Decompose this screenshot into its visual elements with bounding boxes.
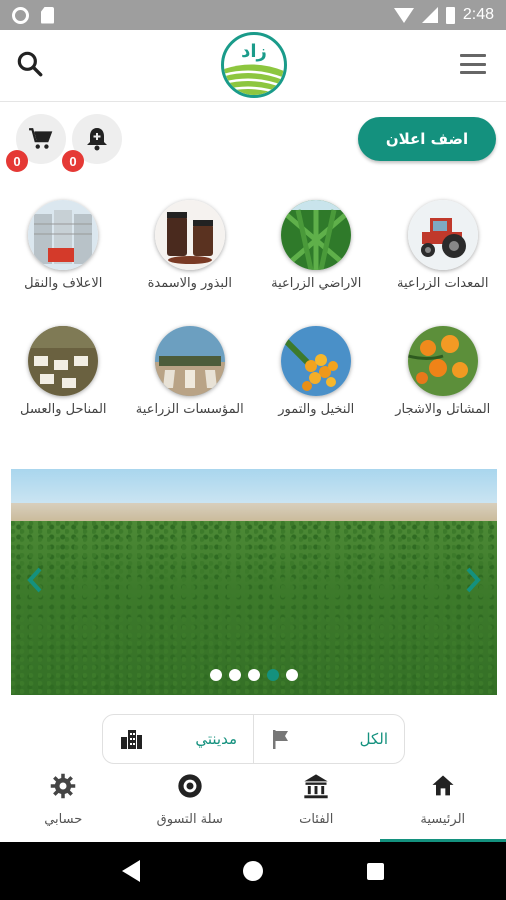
nav-label: حسابي: [44, 812, 83, 827]
category-agri-lands[interactable]: الاراضي الزراعية: [253, 200, 380, 326]
category-label: المناحل والعسل: [19, 402, 107, 417]
category-label: النخيل والتمور: [278, 402, 355, 417]
bell-icon: [87, 128, 107, 151]
system-recents-button[interactable]: [367, 862, 385, 880]
category-apiaries-honey[interactable]: المناحل والعسل: [0, 326, 127, 452]
category-label: المشاتل والاشجار: [395, 402, 491, 417]
location-filter: مدينتي الكل: [102, 714, 405, 764]
nav-label: الفئات: [299, 812, 334, 827]
menu-button[interactable]: [460, 54, 486, 74]
carousel-next-button[interactable]: [463, 565, 483, 595]
cart-count-badge: 0: [6, 150, 28, 172]
category-label: المؤسسات الزراعية: [135, 402, 244, 417]
chevron-left-icon: [27, 567, 42, 593]
nav-label: سلة التسوق: [156, 812, 223, 827]
battery-icon: [445, 6, 455, 24]
notifications-button[interactable]: 0: [62, 114, 122, 172]
add-ad-button[interactable]: اضف اعلان: [358, 117, 496, 161]
system-navigation-bar: [0, 842, 506, 900]
category-label: الاعلاف والنقل: [24, 276, 103, 291]
category-label: البذور والاسمدة: [147, 276, 232, 291]
beehives-icon: [28, 326, 99, 396]
banner-carousel[interactable]: [11, 469, 497, 695]
carousel-dot[interactable]: [248, 669, 260, 681]
category-label: المعدات الزراعية: [397, 276, 489, 291]
nav-shopping-basket[interactable]: سلة التسوق: [127, 766, 254, 842]
my-city-label: مدينتي: [195, 730, 237, 748]
category-label: الاراضي الزراعية: [271, 276, 362, 291]
system-back-button[interactable]: [121, 860, 140, 882]
city-buildings-icon: [121, 730, 142, 749]
nav-categories[interactable]: الفئات: [253, 766, 380, 842]
carousel-prev-button[interactable]: [25, 565, 45, 595]
search-button[interactable]: [14, 48, 46, 80]
carousel-indicators: [11, 669, 497, 681]
category-feed-transport[interactable]: الاعلاف والنقل: [0, 200, 127, 326]
notification-circle-icon: [12, 6, 29, 24]
system-home-button[interactable]: [243, 861, 264, 881]
sd-card-icon: [41, 6, 54, 24]
grain-silo-icon: [28, 200, 99, 270]
cart-icon: [29, 128, 53, 149]
tractor-icon: [407, 200, 478, 270]
carousel-dot[interactable]: [210, 669, 222, 681]
carousel-dot[interactable]: [286, 669, 298, 681]
carousel-dot[interactable]: [267, 669, 279, 681]
chevron-right-icon: [466, 567, 481, 593]
orange-tree-icon: [407, 326, 478, 396]
status-time: 2:48: [462, 6, 494, 23]
cart-button[interactable]: 0: [6, 114, 66, 172]
logo-text: زاد: [241, 41, 267, 62]
dates-icon: [281, 326, 352, 396]
basket-icon: [178, 774, 202, 798]
category-palms-dates[interactable]: النخيل والتمور: [253, 326, 380, 452]
hamburger-icon: [460, 54, 486, 57]
category-agri-equipment[interactable]: المعدات الزراعية: [380, 200, 506, 326]
category-seeds-fertilizers[interactable]: البذور والاسمدة: [127, 200, 254, 326]
app-logo: زاد: [221, 32, 287, 98]
greenhouse-icon: [154, 326, 225, 396]
bottom-navigation: الرئيسية الفئات سلة التسوق حسابي: [0, 766, 506, 842]
nav-label: الرئيسية: [420, 812, 466, 827]
categories-grid: المعدات الزراعية الاراضي الزراعية البذور…: [0, 200, 506, 452]
search-icon: [17, 51, 43, 77]
signal-icon: [421, 7, 438, 23]
all-filter[interactable]: الكل: [253, 715, 404, 763]
notifications-count-badge: 0: [62, 150, 84, 172]
nav-my-account[interactable]: حسابي: [0, 766, 127, 842]
app-bar: زاد: [0, 30, 506, 102]
flag-icon: [273, 730, 288, 749]
category-nurseries-trees[interactable]: المشاتل والاشجار: [380, 326, 506, 452]
nav-home[interactable]: الرئيسية: [379, 766, 506, 842]
institution-icon: [304, 774, 328, 799]
gear-icon: [51, 773, 76, 799]
wifi-icon: [393, 7, 414, 23]
seed-jars-icon: [154, 200, 225, 270]
category-agri-institutions[interactable]: المؤسسات الزراعية: [127, 326, 254, 452]
status-bar: 2:48: [0, 0, 506, 30]
crop-field-icon: [281, 200, 352, 270]
my-city-filter[interactable]: مدينتي: [103, 715, 253, 763]
all-label: الكل: [359, 730, 388, 748]
home-icon: [432, 775, 454, 796]
carousel-dot[interactable]: [229, 669, 241, 681]
